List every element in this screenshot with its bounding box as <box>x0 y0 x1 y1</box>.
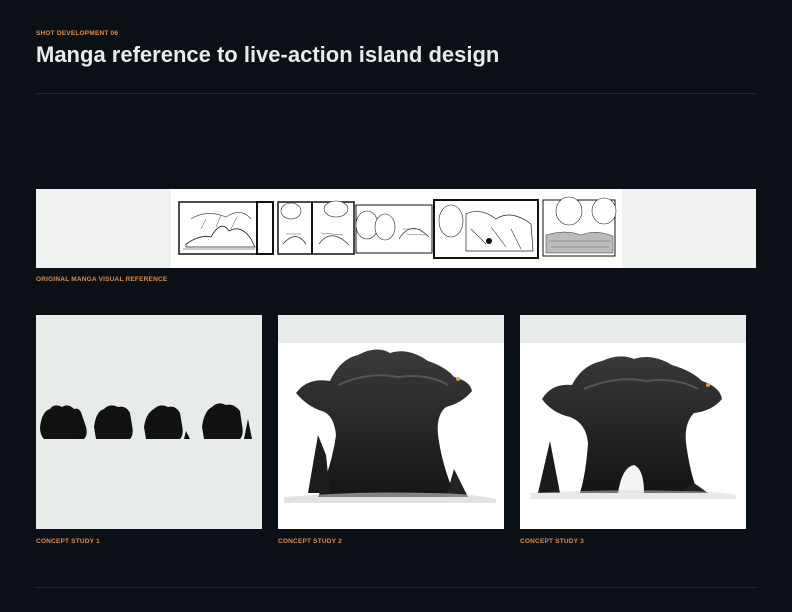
concept-study-2-image <box>278 315 504 529</box>
island-render-2 <box>284 349 496 503</box>
bottom-divider <box>36 587 756 588</box>
eyebrow-label: SHOT DEVELOPMENT 06 <box>36 30 119 37</box>
manga-panels-drawing <box>178 196 617 259</box>
concept-study-1-caption: CONCEPT STUDY 1 <box>36 538 100 545</box>
top-divider <box>36 93 756 94</box>
concept-study-1-image <box>36 315 262 529</box>
manga-panels <box>171 189 622 268</box>
page-title: Manga reference to live-action island de… <box>36 42 500 67</box>
island-render-3 <box>530 356 736 499</box>
concept-study-3-image <box>520 315 746 529</box>
manga-reference-image <box>36 189 756 268</box>
concept-study-3-caption: CONCEPT STUDY 3 <box>520 538 584 545</box>
concept-study-2-caption: CONCEPT STUDY 2 <box>278 538 342 545</box>
island-silhouettes <box>36 315 262 529</box>
reference-caption: ORIGINAL MANGA VISUAL REFERENCE <box>36 276 168 283</box>
